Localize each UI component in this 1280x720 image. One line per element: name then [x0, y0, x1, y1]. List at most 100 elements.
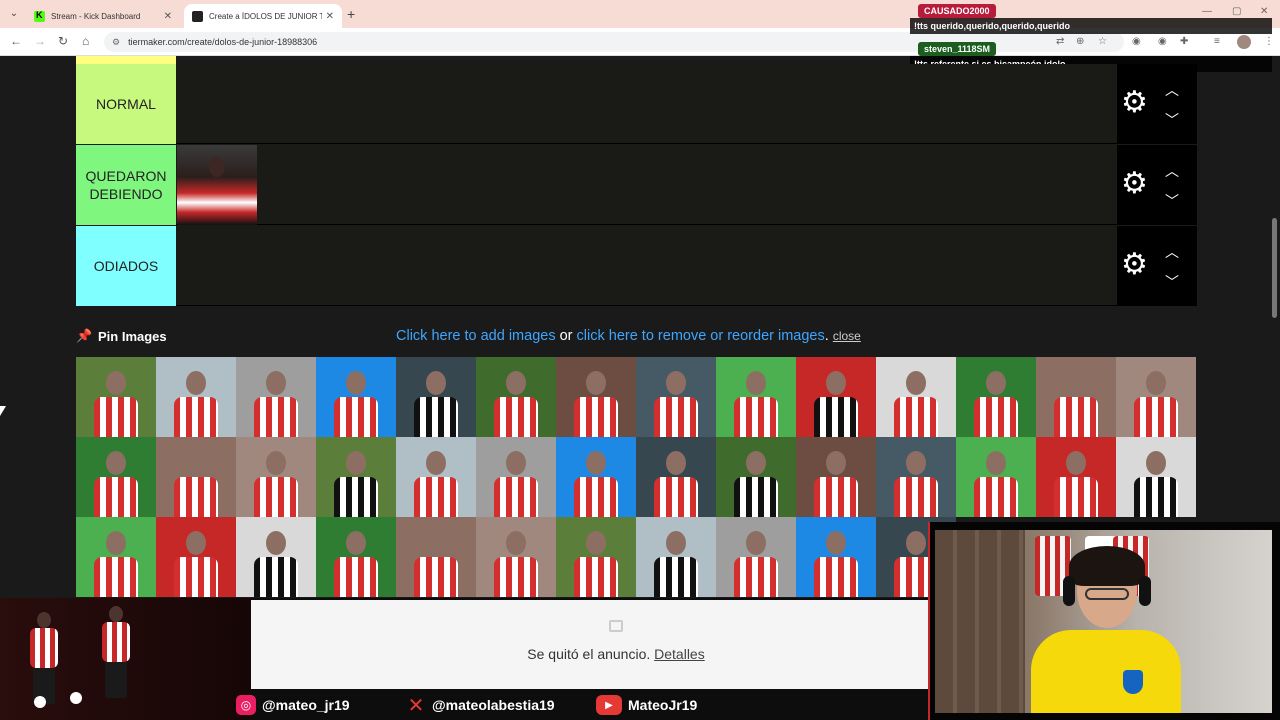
- or-text: or: [555, 328, 577, 344]
- pool-image[interactable]: [876, 437, 956, 517]
- chevron-up-icon[interactable]: ︿: [1165, 242, 1179, 262]
- home-icon[interactable]: ⌂: [82, 34, 89, 48]
- chevron-down-icon[interactable]: ﹀: [1165, 272, 1179, 292]
- zoom-icon[interactable]: ⊕: [1076, 36, 1084, 47]
- gear-icon[interactable]: ⚙: [1121, 169, 1148, 199]
- pool-image[interactable]: [476, 517, 556, 597]
- pin-icon[interactable]: 📌: [76, 328, 92, 344]
- pool-image[interactable]: [1116, 437, 1196, 517]
- pool-image[interactable]: [236, 437, 316, 517]
- pool-image[interactable]: [636, 517, 716, 597]
- player-jersey: [1054, 477, 1098, 517]
- wardrobe: [935, 530, 1025, 713]
- pool-image[interactable]: [156, 437, 236, 517]
- tab-kick-dashboard[interactable]: Stream - Kick Dashboard ✕: [26, 4, 180, 28]
- player-head: [826, 531, 846, 555]
- close-icon[interactable]: ✕: [326, 11, 334, 22]
- reload-icon[interactable]: ↻: [58, 34, 68, 48]
- chat-username: CAUSADO2000: [918, 4, 996, 18]
- pool-image[interactable]: [476, 437, 556, 517]
- page-scrollbar[interactable]: [1272, 218, 1277, 318]
- menu-dots-icon[interactable]: ⋮: [1264, 36, 1274, 47]
- gear-icon[interactable]: ⚙: [1121, 88, 1148, 118]
- chevron-up-icon[interactable]: ︿: [1165, 161, 1179, 181]
- pool-image[interactable]: [396, 517, 476, 597]
- translate-icon[interactable]: ⇄: [1056, 36, 1064, 47]
- pool-image[interactable]: [796, 357, 876, 437]
- pool-image[interactable]: [396, 357, 476, 437]
- pool-image[interactable]: [76, 437, 156, 517]
- close-window-icon[interactable]: ✕: [1260, 6, 1268, 17]
- social-youtube: ▶ MateoJr19: [596, 695, 697, 715]
- add-images-link[interactable]: Click here to add images: [396, 328, 556, 344]
- puzzle-icon[interactable]: ✚: [1180, 36, 1188, 47]
- pool-image[interactable]: [1116, 357, 1196, 437]
- pool-image[interactable]: [956, 357, 1036, 437]
- pool-image[interactable]: [796, 437, 876, 517]
- close-link[interactable]: close: [833, 329, 861, 343]
- pool-image[interactable]: [1036, 437, 1116, 517]
- pool-image[interactable]: [156, 517, 236, 597]
- tier-label[interactable]: QUEDARON DEBIENDO: [76, 145, 176, 225]
- pool-image[interactable]: [316, 437, 396, 517]
- pool-image[interactable]: [476, 357, 556, 437]
- pool-image[interactable]: [236, 357, 316, 437]
- pin-images-bar: 📌 Pin Images Click here to add images or…: [76, 326, 1197, 348]
- tier-label[interactable]: NORMAL: [76, 64, 176, 144]
- back-icon[interactable]: ←: [10, 34, 22, 48]
- ball-icon: [34, 696, 46, 708]
- tab-search-icon[interactable]: ⌄: [6, 6, 22, 22]
- pool-image[interactable]: [636, 437, 716, 517]
- chevron-down-icon[interactable]: ﹀: [1165, 191, 1179, 211]
- pool-image[interactable]: [876, 357, 956, 437]
- pool-image[interactable]: [716, 437, 796, 517]
- tier-dropzone[interactable]: [177, 64, 1116, 144]
- pin-images-label[interactable]: Pin Images: [98, 329, 167, 344]
- site-info-icon[interactable]: ⚙: [112, 37, 120, 47]
- player-jersey: [174, 397, 218, 437]
- player-head: [506, 371, 526, 395]
- player-head: [826, 371, 846, 395]
- extension-icon[interactable]: ◉: [1132, 36, 1141, 47]
- player-head: [209, 157, 225, 177]
- chevron-up-icon[interactable]: ︿: [1165, 80, 1179, 100]
- pool-image[interactable]: [316, 517, 396, 597]
- pool-image[interactable]: [236, 517, 316, 597]
- pool-image[interactable]: [556, 357, 636, 437]
- extension-icon[interactable]: ◉: [1158, 36, 1167, 47]
- close-icon[interactable]: ✕: [164, 11, 172, 22]
- remove-reorder-link[interactable]: click here to remove or reorder images: [577, 328, 825, 344]
- pool-image[interactable]: [716, 357, 796, 437]
- pool-image[interactable]: [556, 517, 636, 597]
- pool-image[interactable]: [316, 357, 396, 437]
- pool-image[interactable]: [956, 437, 1036, 517]
- chevron-down-icon[interactable]: ﹀: [1165, 110, 1179, 130]
- tier-row-odiados: ODIADOS ⚙ ︿ ﹀: [76, 226, 1197, 306]
- profile-avatar[interactable]: [1237, 35, 1251, 49]
- pool-image[interactable]: [76, 517, 156, 597]
- pool-image[interactable]: [1036, 357, 1116, 437]
- pool-image[interactable]: [76, 357, 156, 437]
- gear-icon[interactable]: ⚙: [1121, 250, 1148, 280]
- player-head: [266, 371, 286, 395]
- tab-tiermaker[interactable]: Create a ÍDOLOS DE JUNIOR Tier List ✕: [184, 4, 342, 28]
- pool-image[interactable]: [156, 357, 236, 437]
- pool-image[interactable]: [636, 357, 716, 437]
- maximize-icon[interactable]: ▢: [1232, 6, 1241, 17]
- details-link[interactable]: Detalles: [654, 646, 705, 662]
- social-handle: @mateo_jr19: [262, 697, 350, 713]
- bookmark-star-icon[interactable]: ☆: [1098, 36, 1107, 47]
- forward-icon[interactable]: →: [34, 34, 46, 48]
- pool-image[interactable]: [716, 517, 796, 597]
- new-tab-button[interactable]: +: [347, 6, 355, 22]
- tier-dropzone[interactable]: [177, 226, 1116, 306]
- player-jersey: [94, 477, 138, 517]
- pool-image[interactable]: [396, 437, 476, 517]
- media-icon[interactable]: ≡: [1214, 36, 1220, 47]
- pool-image[interactable]: [796, 517, 876, 597]
- minimize-icon[interactable]: —: [1202, 6, 1212, 17]
- tier-label[interactable]: ODIADOS: [76, 226, 176, 306]
- tier-dropzone[interactable]: [177, 145, 1116, 225]
- pool-image[interactable]: [556, 437, 636, 517]
- player-image[interactable]: [177, 145, 257, 225]
